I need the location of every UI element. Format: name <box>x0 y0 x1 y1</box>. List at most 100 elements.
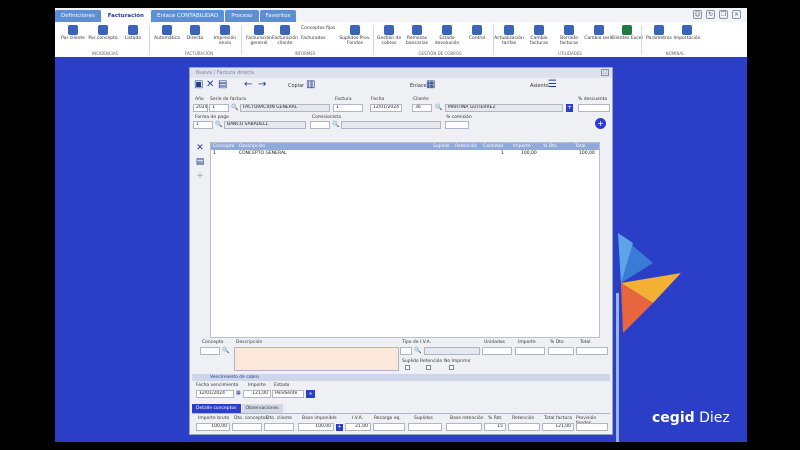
borrado-facturas-button[interactable]: Borrado facturas <box>553 25 585 46</box>
control-button[interactable]: Control <box>461 25 493 41</box>
detail-tipo-iva-field[interactable] <box>400 347 412 355</box>
no-imprimir-checkbox[interactable] <box>449 365 454 370</box>
forward-arrow-icon[interactable]: → <box>258 80 266 90</box>
asiento-icon[interactable]: ☰ <box>548 80 557 90</box>
col-descripcion[interactable]: Descripción <box>239 143 265 150</box>
close-icon[interactable]: × <box>732 10 741 19</box>
save-icon[interactable]: ▣ <box>194 80 203 90</box>
suplido-checkbox[interactable] <box>405 365 410 370</box>
vencimiento-estado-field[interactable]: Pendiente <box>272 390 304 398</box>
link-icon[interactable]: ∞ <box>306 390 315 398</box>
tab-enlace-contabilidad[interactable]: Enlace CONTABILIDAD <box>150 10 225 22</box>
back-arrow-icon[interactable]: ← <box>244 80 252 90</box>
facturados-button[interactable]: Facturados <box>301 36 326 41</box>
col-dto[interactable]: % Dto. <box>543 143 558 150</box>
report-icon <box>254 25 264 35</box>
table-row[interactable]: 1 CONCEPTO GENERAL 1 100,00 100,00 <box>211 150 599 157</box>
listado-button[interactable]: Listado <box>117 25 149 41</box>
retencion-label: Retención <box>420 359 443 364</box>
remesas-bancarias-button[interactable]: Remesas bancarias <box>401 25 433 46</box>
bottom-tabs: Detalle conceptos Observaciones <box>192 404 284 413</box>
col-cantidad[interactable]: Cantidad <box>483 143 503 150</box>
comisionista-label: Comisionista <box>312 115 341 120</box>
restore-icon[interactable]: ❐ <box>719 10 728 19</box>
total-factura-label: Total factura <box>544 416 572 421</box>
ribbon: Definiciones Facturación Enlace CONTABIL… <box>55 8 747 57</box>
tab-observaciones[interactable]: Observaciones <box>241 404 283 413</box>
ano-field[interactable]: 2024 <box>193 104 208 112</box>
tab-favoritos[interactable]: Favoritos <box>259 10 297 22</box>
group-label-utilidades: UTILIDADES <box>558 51 582 56</box>
cambio-facturas-button[interactable]: Cambio facturas <box>523 25 555 46</box>
copy-icon[interactable]: ▥ <box>306 80 315 90</box>
vencimiento-importe-label: Importe <box>248 383 266 388</box>
col-concepto[interactable]: Concepto <box>213 143 234 150</box>
tab-facturacion[interactable]: Facturación <box>101 10 150 22</box>
delete-row-icon[interactable]: ✕ <box>193 142 207 154</box>
new-row-icon[interactable]: ▤ <box>193 156 207 168</box>
factura-field[interactable]: 1 <box>333 104 363 112</box>
add-line-icon[interactable]: + <box>595 118 606 129</box>
col-importe[interactable]: Importe <box>513 143 531 150</box>
detail-importe-field[interactable] <box>515 347 545 355</box>
new-document-icon[interactable]: ▤ <box>218 80 227 90</box>
add-iva-icon[interactable]: + <box>336 424 343 431</box>
vencimiento-fecha-field[interactable]: 12/01/2024 <box>196 390 234 398</box>
serie-name-field: FACTURACION GENERAL <box>240 104 330 112</box>
col-total[interactable]: Total <box>575 143 586 150</box>
detail-unidades-field[interactable] <box>482 347 512 355</box>
refresh-icon[interactable]: ↻ <box>706 10 715 19</box>
serie-code-field[interactable]: 1 <box>209 104 229 112</box>
dialog-toolbar: ▣ ✕ ▤ ← → Copiar ▥ Enlace ▦ Asiento ☰ <box>190 78 612 94</box>
user-icon[interactable]: ☺ <box>693 10 702 19</box>
detail-iva-search-icon[interactable]: 🔍 <box>414 347 421 354</box>
group-separator <box>149 25 150 55</box>
tab-proceso[interactable]: Proceso <box>225 10 259 22</box>
vencimiento-importe-field[interactable]: 121,00 <box>243 390 271 398</box>
clientes-excel-button[interactable]: Clientes Excel <box>611 25 643 41</box>
estado-devolucion-button[interactable]: Estado devolución <box>431 25 463 46</box>
conceptos-fijos-button[interactable]: Conceptos fijos <box>301 26 335 31</box>
suplidos-prov-fondos-button[interactable]: Suplidos Prov. Fondos <box>339 25 371 46</box>
dialog-close-icon[interactable]: □ <box>601 69 609 76</box>
iva-label: I.V.A. <box>352 416 364 421</box>
detail-concepto-search-icon[interactable]: 🔍 <box>222 347 229 354</box>
impresion-envio-button[interactable]: Impresión envío <box>209 25 241 46</box>
importacion-button[interactable]: Importación <box>671 25 703 41</box>
forma-pago-search-icon[interactable]: 🔍 <box>215 121 222 128</box>
fecha-field[interactable]: 12/01/2024 <box>370 104 402 112</box>
add-row-icon[interactable]: + <box>193 170 207 182</box>
delete-icon <box>564 25 574 35</box>
directa-button[interactable]: Directa <box>179 25 211 41</box>
tab-detalle-conceptos[interactable]: Detalle conceptos <box>192 404 241 413</box>
enlace-icon[interactable]: ▦ <box>426 80 435 90</box>
comisionista-search-icon[interactable]: 🔍 <box>332 121 339 128</box>
forma-pago-code-field[interactable]: 1 <box>193 121 213 129</box>
grid-actions: ✕ ▤ + <box>193 142 207 184</box>
detail-dto-field[interactable] <box>548 347 574 355</box>
ret-pct-field[interactable]: 15 <box>484 423 506 431</box>
detail-total-field[interactable] <box>576 347 608 355</box>
calendar-icon[interactable]: ▦ <box>236 390 241 396</box>
facturacion-cliente-button[interactable]: Facturación cliente <box>269 25 301 46</box>
col-retencion[interactable]: Retención <box>455 143 477 150</box>
serie-search-icon[interactable]: 🔍 <box>231 104 238 111</box>
cancel-icon[interactable]: ✕ <box>206 80 214 90</box>
add-cliente-icon[interactable]: + <box>566 104 573 112</box>
por-concepto-button[interactable]: Por concepto <box>87 25 119 41</box>
fecha-label: Fecha <box>371 97 385 102</box>
actualizacion-tarifas-button[interactable]: Actualización tarifas <box>493 25 525 46</box>
dialog-title: Nueva / Factura directa □ <box>190 68 612 78</box>
cliente-code-field[interactable]: 36 <box>412 104 432 112</box>
comision-field[interactable] <box>445 121 469 129</box>
document-icon <box>68 25 78 35</box>
cliente-search-icon[interactable]: 🔍 <box>435 104 442 111</box>
tab-definiciones[interactable]: Definiciones <box>55 10 101 22</box>
col-suplido[interactable]: Suplido <box>433 143 450 150</box>
detail-concepto-field[interactable] <box>200 347 220 355</box>
retencion-checkbox[interactable] <box>426 365 431 370</box>
comisionista-code-field[interactable] <box>310 121 330 129</box>
detail-descripcion-field[interactable] <box>234 347 399 371</box>
descuento-field[interactable] <box>578 104 610 112</box>
por-cliente-button[interactable]: Por cliente <box>57 25 89 41</box>
